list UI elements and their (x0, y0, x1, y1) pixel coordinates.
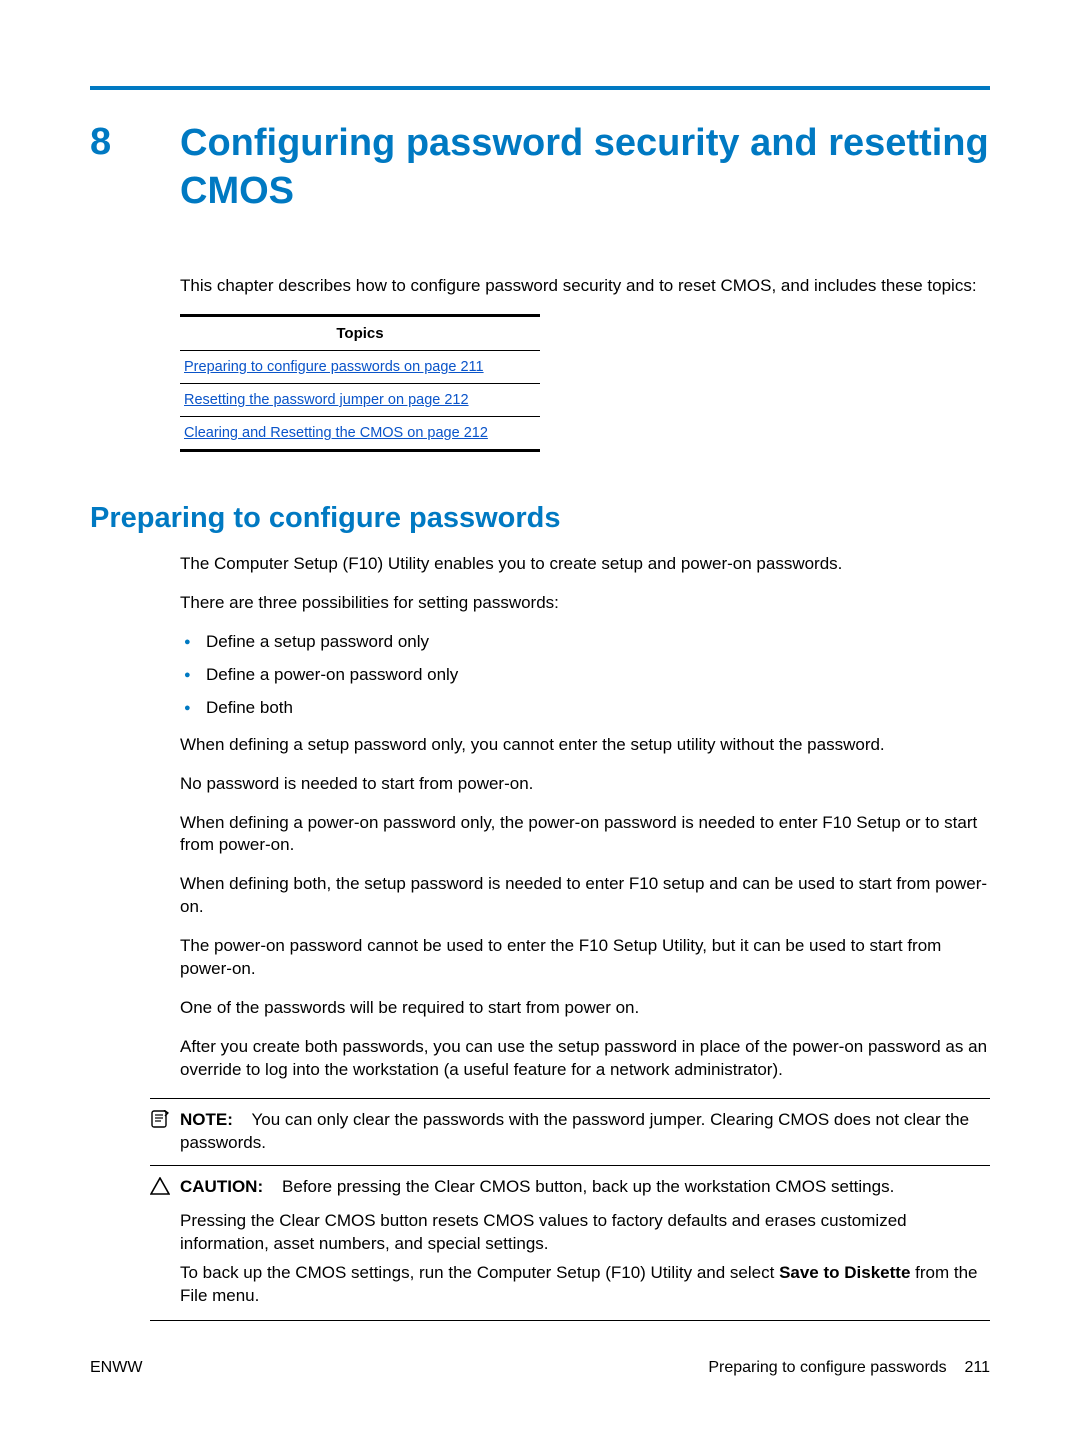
paragraph: The power-on password cannot be used to … (180, 935, 990, 981)
caution-paragraph: Pressing the Clear CMOS button resets CM… (180, 1210, 990, 1256)
caution-paragraph: To back up the CMOS settings, run the Co… (180, 1262, 990, 1308)
note-label: NOTE: (180, 1110, 233, 1129)
section-heading: Preparing to configure passwords (90, 502, 990, 535)
caution-lead-text: CAUTION: Before pressing the Clear CMOS … (180, 1176, 990, 1199)
paragraph: When defining both, the setup password i… (180, 873, 990, 919)
footer-section-name: Preparing to configure passwords (708, 1359, 946, 1376)
topic-row: Resetting the password jumper on page 21… (180, 384, 540, 416)
caution-p2-bold: Save to Diskette (779, 1263, 910, 1282)
paragraph: There are three possibilities for settin… (180, 592, 990, 615)
topics-table: Topics Preparing to configure passwords … (180, 314, 540, 452)
caution-label: CAUTION: (180, 1177, 263, 1196)
caution-lead: Before pressing the Clear CMOS button, b… (282, 1177, 894, 1196)
list-item: Define a power-on password only (180, 664, 990, 687)
list-item: Define both (180, 697, 990, 720)
topics-header: Topics (180, 317, 540, 350)
note-text: NOTE: You can only clear the passwords w… (180, 1109, 990, 1155)
chapter-title: Configuring password security and resett… (180, 120, 990, 215)
topic-row: Clearing and Resetting the CMOS on page … (180, 417, 540, 449)
footer-right: Preparing to configure passwords 211 (708, 1359, 990, 1377)
intro-block: This chapter describes how to configure … (180, 275, 990, 452)
section-body: The Computer Setup (F10) Utility enables… (180, 553, 990, 1082)
chapter-header: 8 Configuring password security and rese… (90, 120, 990, 215)
note-body: You can only clear the passwords with th… (180, 1110, 969, 1152)
page-footer: ENWW Preparing to configure passwords 21… (90, 1359, 990, 1377)
caution-p2-pre: To back up the CMOS settings, run the Co… (180, 1263, 779, 1282)
note-icon (150, 1109, 180, 1134)
paragraph: One of the passwords will be required to… (180, 997, 990, 1020)
bullet-list: Define a setup password only Define a po… (180, 631, 990, 720)
paragraph: When defining a power-on password only, … (180, 812, 990, 858)
paragraph: After you create both passwords, you can… (180, 1036, 990, 1082)
list-item: Define a setup password only (180, 631, 990, 654)
intro-paragraph: This chapter describes how to configure … (180, 275, 990, 298)
top-rule (90, 86, 990, 90)
paragraph: No password is needed to start from powe… (180, 773, 990, 796)
callout-stack: NOTE: You can only clear the passwords w… (90, 1098, 990, 1321)
paragraph: When defining a setup password only, you… (180, 734, 990, 757)
paragraph: The Computer Setup (F10) Utility enables… (180, 553, 990, 576)
caution-callout: CAUTION: Before pressing the Clear CMOS … (150, 1166, 990, 1321)
footer-left: ENWW (90, 1359, 142, 1377)
topic-row: Preparing to configure passwords on page… (180, 351, 540, 383)
topic-link-preparing[interactable]: Preparing to configure passwords on page… (184, 359, 484, 375)
note-callout: NOTE: You can only clear the passwords w… (150, 1098, 990, 1166)
page: 8 Configuring password security and rese… (0, 0, 1080, 1437)
caution-icon (150, 1176, 180, 1201)
topic-link-clearing-cmos[interactable]: Clearing and Resetting the CMOS on page … (184, 425, 488, 441)
footer-page-number: 211 (964, 1359, 990, 1376)
topic-link-resetting-jumper[interactable]: Resetting the password jumper on page 21… (184, 392, 469, 408)
table-bottom-border (180, 449, 540, 452)
chapter-number: 8 (90, 120, 180, 166)
